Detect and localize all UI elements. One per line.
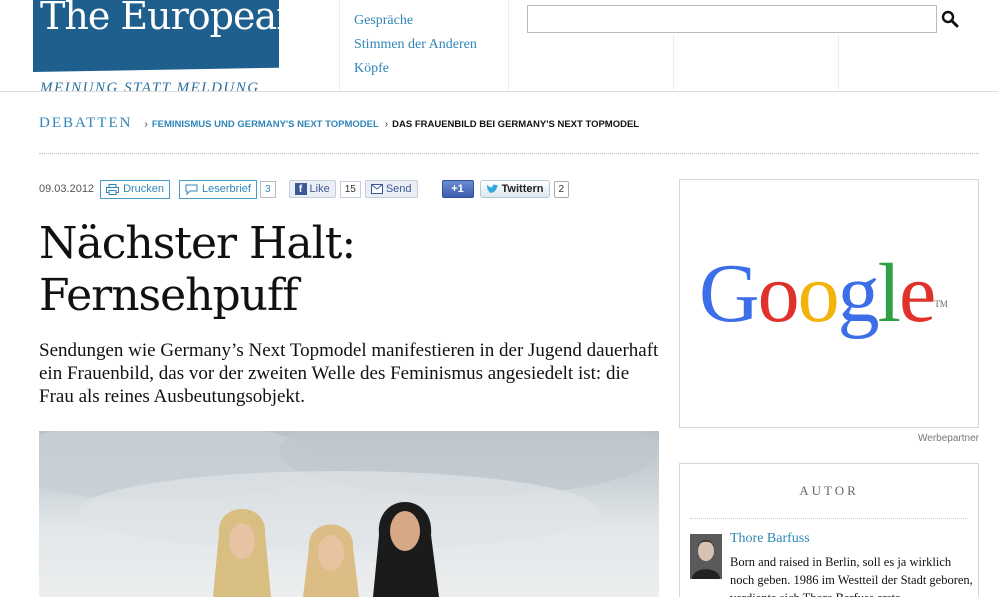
google-logo-letter: g — [837, 247, 880, 340]
author-portrait — [690, 534, 722, 579]
breadcrumb-separator: › — [144, 119, 148, 130]
breadcrumb-divider — [39, 153, 979, 154]
google-logo-letter: G — [699, 247, 760, 340]
main-nav: Gespräche Stimmen der Anderen Köpfe — [339, 0, 509, 90]
printer-icon — [106, 183, 120, 195]
header-divider — [838, 34, 839, 90]
twitter-button[interactable]: Twittern — [479, 180, 550, 198]
breadcrumb-separator: › — [384, 119, 389, 130]
author-heading: AUTOR — [690, 464, 968, 519]
twitter-count: 2 — [553, 180, 570, 198]
facebook-icon: f — [294, 183, 307, 195]
author-bio: Born and raised in Berlin, soll es ja wi… — [730, 555, 973, 597]
print-label: Drucken — [123, 183, 165, 195]
like-count: 15 — [339, 180, 361, 198]
google-logo[interactable]: GoogleTM — [699, 252, 948, 336]
breadcrumb-current: DAS FRAUENBILD BEI GERMANY'S NEXT TOPMOD… — [392, 119, 640, 130]
header-rule — [0, 91, 998, 92]
breadcrumb: DEBATTEN › FEMINISMUS UND GERMANY'S NEXT… — [39, 115, 639, 132]
site-tagline: MEINUNG STATT MELDUNG — [40, 80, 260, 96]
article-date: 09.03.2012 — [39, 183, 95, 195]
print-button[interactable]: Drucken — [100, 179, 171, 199]
letter-label: Leserbrief — [202, 183, 251, 195]
header-divider — [673, 34, 674, 90]
search-icon[interactable] — [941, 10, 959, 28]
google-logo-letter: l — [877, 247, 901, 340]
breadcrumb-root[interactable]: DEBATTEN — [39, 115, 133, 132]
trademark-mark: TM — [934, 299, 948, 309]
nav-item-koepfe[interactable]: Köpfe — [354, 57, 508, 81]
envelope-icon — [370, 184, 383, 194]
headline-line-1: Nächster Halt: — [39, 218, 356, 269]
letter-button[interactable]: Leserbrief — [179, 179, 257, 199]
article-toolbar: 09.03.2012 Drucken Leserbrief 3 f Like 1… — [39, 179, 570, 199]
author-box: AUTOR Thore Barfuss Born and raised in B… — [679, 463, 979, 597]
speech-bubble-icon — [185, 184, 198, 195]
breadcrumb-level1[interactable]: FEMINISMUS UND GERMANY'S NEXT TOPMODEL — [152, 119, 379, 130]
twitter-bird-icon — [486, 184, 499, 193]
hero-photo — [39, 431, 659, 597]
article-hero-image[interactable] — [39, 431, 659, 597]
like-label: Like — [309, 183, 330, 195]
ad-box[interactable]: GoogleTM — [679, 179, 979, 428]
letter-count: 3 — [259, 180, 276, 198]
article-lead: Sendungen wie Germany’s Next Topmodel ma… — [39, 340, 659, 407]
search-input[interactable] — [527, 5, 937, 33]
google-plus-button[interactable]: +1 — [441, 180, 474, 198]
twitter-label: Twittern — [501, 183, 544, 195]
google-logo-letter: o — [757, 247, 800, 340]
send-label: Send — [385, 183, 412, 195]
ad-caption: Werbepartner — [918, 433, 979, 444]
facebook-like-button[interactable]: f Like — [288, 180, 336, 198]
author-avatar[interactable] — [690, 534, 722, 579]
article-headline: Nächster Halt: Fernsehpuff — [39, 218, 639, 322]
nav-item-gespraeche[interactable]: Gespräche — [354, 9, 508, 33]
author-name-link[interactable]: Thore Barfuss — [730, 531, 810, 547]
google-logo-letter: e — [899, 247, 936, 340]
site-logo[interactable]: The European — [40, 0, 301, 38]
facebook-send-button[interactable]: Send — [364, 180, 418, 198]
headline-line-2: Fernsehpuff — [39, 270, 299, 321]
google-logo-letter: o — [797, 247, 840, 340]
nav-item-stimmen[interactable]: Stimmen der Anderen — [354, 33, 508, 57]
